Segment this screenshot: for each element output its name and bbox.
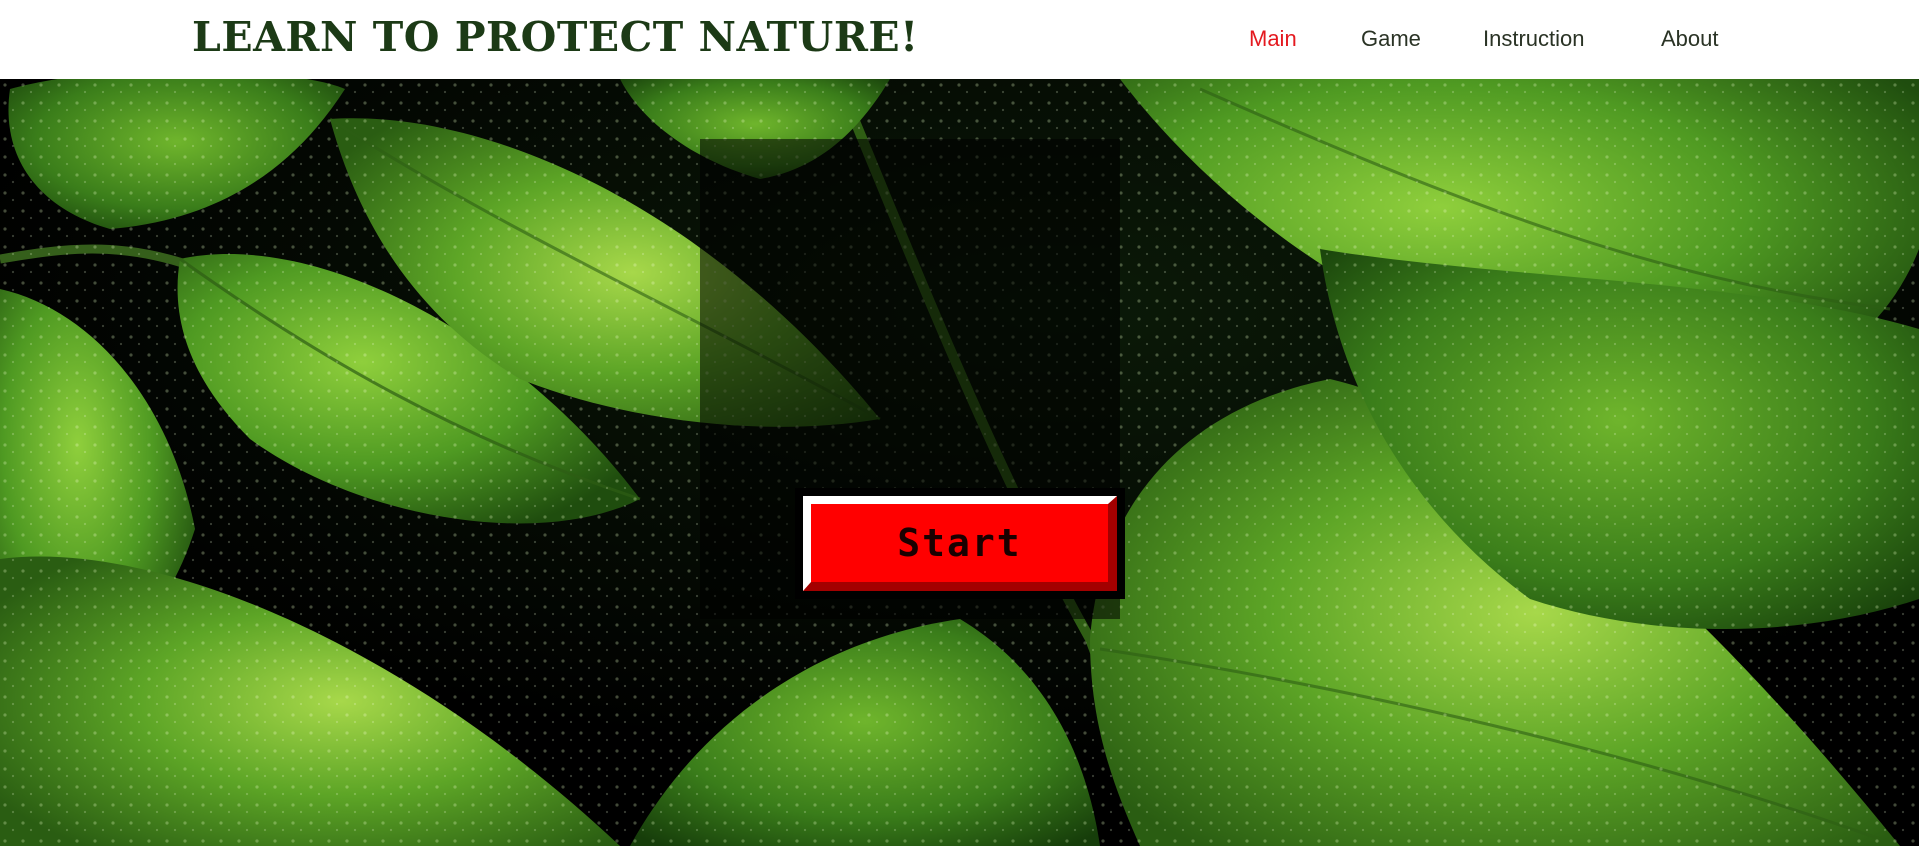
hero-background: Start	[0, 79, 1919, 846]
nav-item-game[interactable]: Game	[1361, 26, 1421, 52]
site-header: LEARN TO PROTECT NATURE! Main Game Instr…	[0, 0, 1919, 79]
leaves-image	[0, 79, 1919, 846]
start-button-label: Start	[897, 521, 1022, 565]
nav-item-instruction[interactable]: Instruction	[1483, 26, 1585, 52]
start-button-face: Start	[803, 496, 1117, 591]
main-nav: Main Game Instruction About	[0, 0, 1919, 79]
start-button[interactable]: Start	[795, 488, 1125, 599]
nav-item-about[interactable]: About	[1661, 26, 1719, 52]
nav-item-main[interactable]: Main	[1249, 26, 1297, 52]
